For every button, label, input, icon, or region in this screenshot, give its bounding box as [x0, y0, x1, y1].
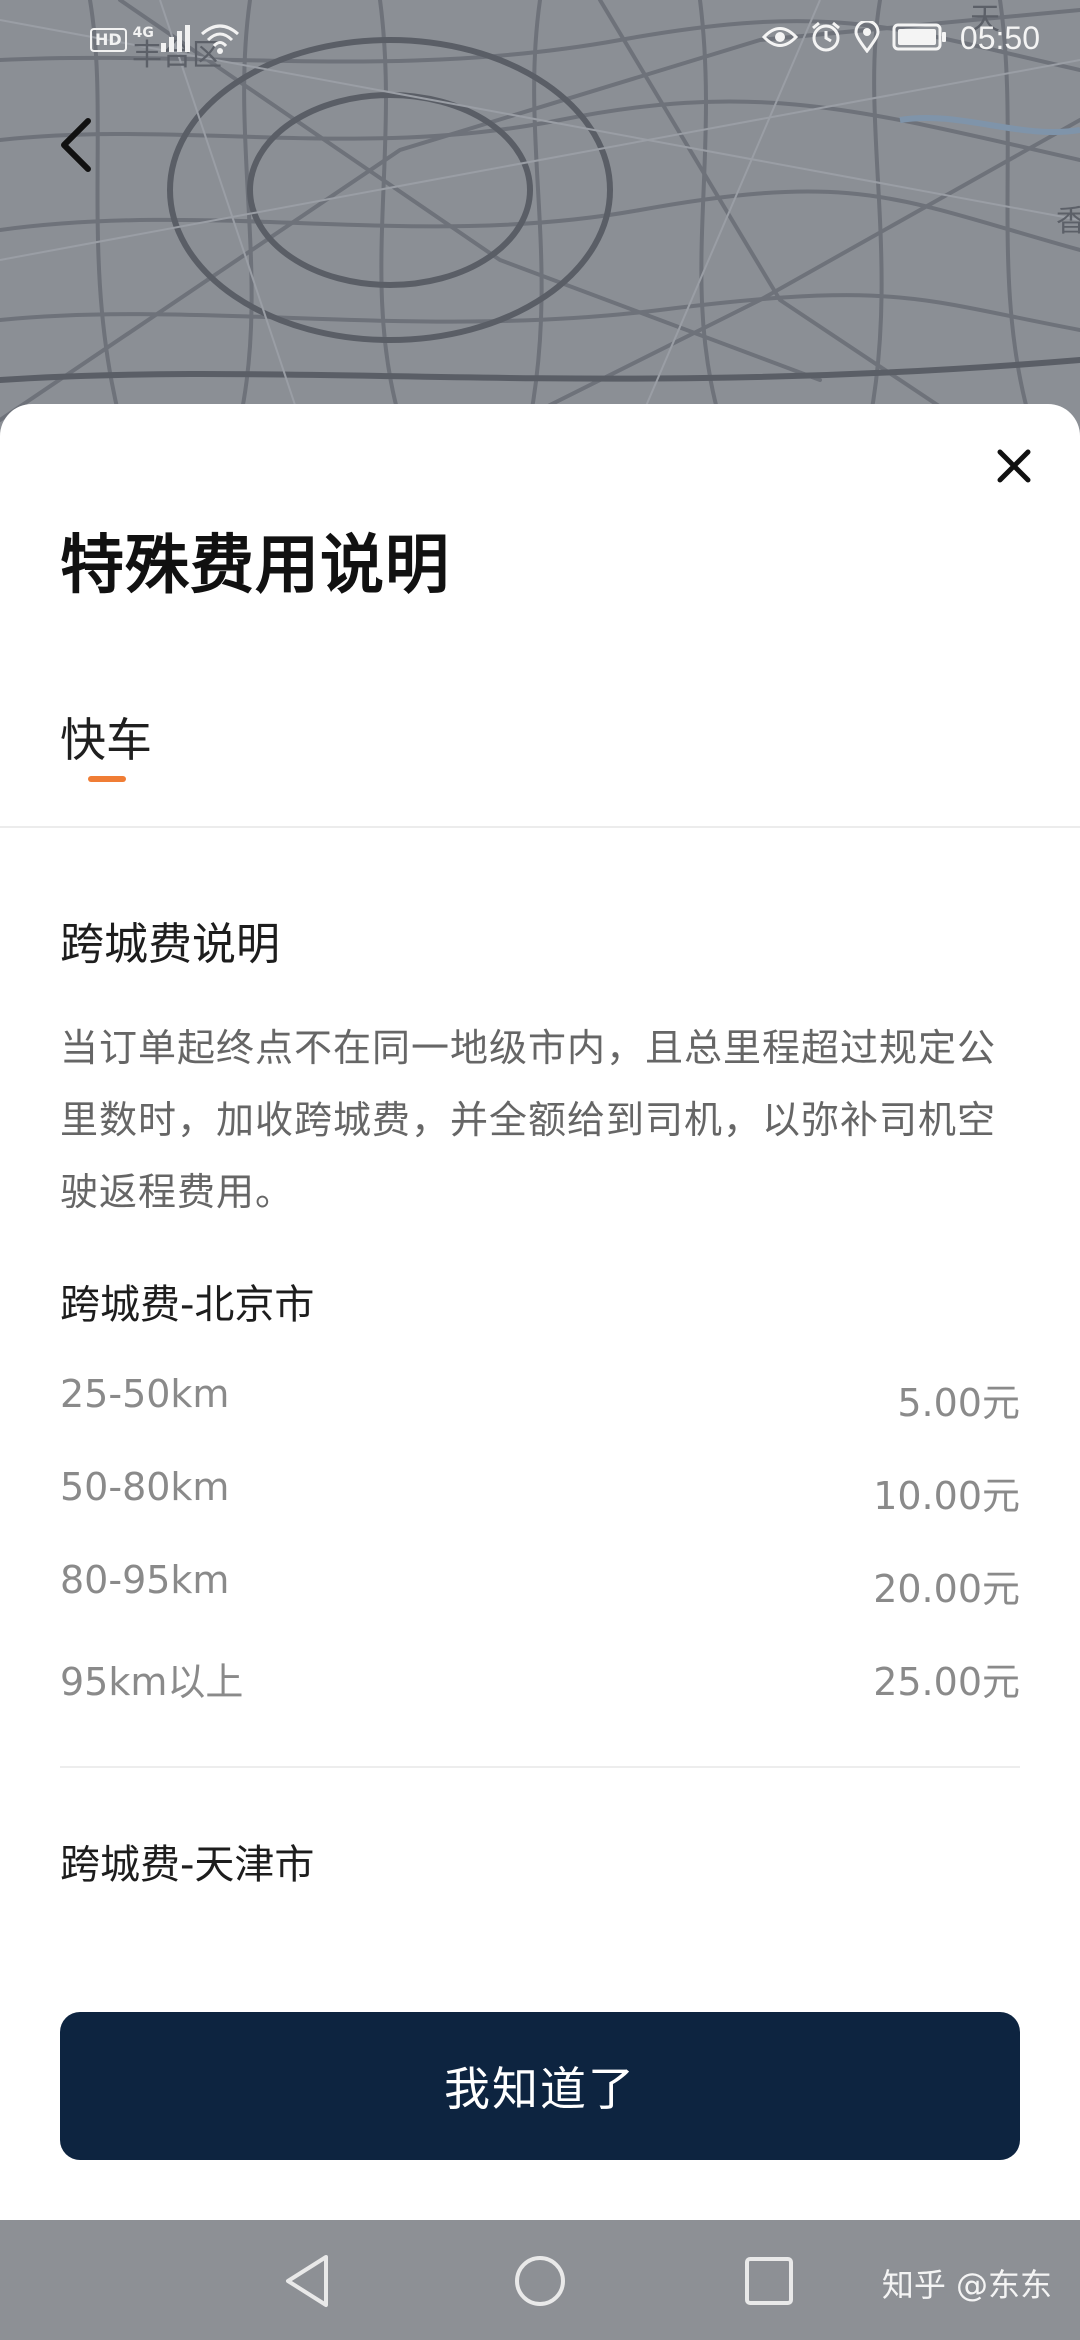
fee-amount: 10.00元 — [873, 1474, 1020, 1518]
fee-range: 95km以上 — [60, 1660, 244, 1704]
fee-amount: 5.00元 — [897, 1381, 1020, 1425]
beijing-fee-title: 跨城费-北京市 — [60, 1282, 315, 1328]
fee-row: 50-80km 10.00元 — [60, 1465, 1020, 1558]
section-title: 跨城费说明 — [60, 919, 280, 970]
tab-active-indicator — [88, 776, 126, 782]
watermark: 知乎 @东东 — [881, 2266, 1052, 2304]
special-fee-sheet: 特殊费用说明 快车 跨城费说明 当订单起终点不在同一地级市内，且总里程超过规定公… — [0, 404, 1080, 2220]
nav-back-button[interactable] — [272, 2246, 342, 2316]
eye-icon — [761, 24, 798, 54]
sheet-title: 特殊费用说明 — [60, 529, 450, 603]
confirm-button[interactable]: 我知道了 — [60, 2012, 1020, 2160]
alarm-icon — [810, 21, 842, 57]
nav-recents-button[interactable] — [734, 2246, 804, 2316]
fee-range: 25-50km — [60, 1372, 230, 1416]
section-description: 当订单起终点不在同一地级市内，且总里程超过规定公里数时，加收跨城费，并全额给到司… — [60, 1026, 997, 1214]
close-icon — [997, 449, 1031, 483]
tab-express[interactable]: 快车 — [60, 704, 152, 770]
fee-row: 95km以上 25.00元 — [60, 1651, 1020, 1744]
circle-home-icon — [515, 2256, 565, 2306]
tianjin-fee-title: 跨城费-天津市 — [60, 1842, 315, 1888]
fee-amount: 25.00元 — [873, 1660, 1020, 1704]
tab-divider — [0, 826, 1080, 828]
beijing-fee-table: 25-50km 5.00元 50-80km 10.00元 80-95km 20.… — [60, 1372, 1020, 1744]
fee-row: 25-50km 5.00元 — [60, 1372, 1020, 1465]
network-type: 4G — [132, 25, 154, 41]
battery-icon — [892, 23, 948, 55]
chevron-left-icon — [61, 118, 91, 172]
back-button[interactable] — [48, 110, 104, 180]
hd-badge: HD — [90, 28, 127, 52]
status-bar: HD 4G 05:50 — [0, 0, 1080, 84]
fee-range: 80-95km — [60, 1558, 230, 1602]
wifi-icon — [200, 22, 240, 58]
signal-icon — [160, 23, 194, 57]
fee-amount: 20.00元 — [873, 1567, 1020, 1611]
status-right: 05:50 — [761, 19, 1040, 57]
location-icon — [854, 19, 880, 57]
section-divider — [60, 1766, 1020, 1768]
map-label-mid-right: 香 — [1056, 204, 1080, 239]
close-button[interactable] — [984, 436, 1044, 496]
triangle-back-icon — [286, 2255, 328, 2307]
fee-range: 50-80km — [60, 1465, 230, 1509]
fee-row: 80-95km 20.00元 — [60, 1558, 1020, 1651]
nav-home-button[interactable] — [505, 2246, 575, 2316]
status-left: HD 4G — [90, 22, 240, 58]
square-recents-icon — [745, 2257, 793, 2305]
status-time: 05:50 — [959, 20, 1040, 56]
